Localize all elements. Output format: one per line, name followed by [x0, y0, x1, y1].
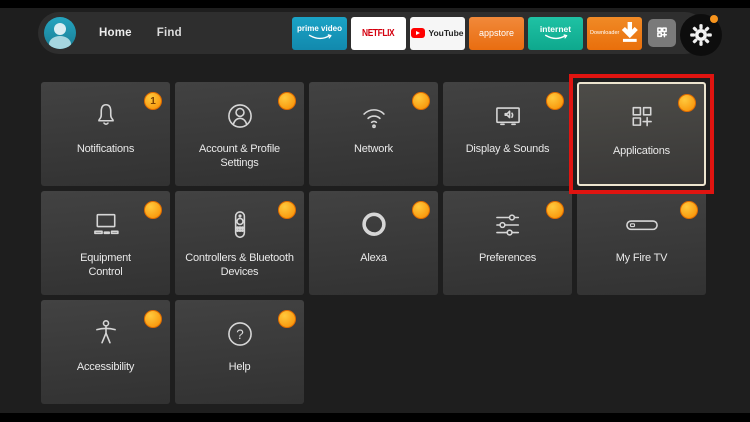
gear-icon	[688, 22, 714, 48]
tile-label: Equipment Control	[80, 252, 131, 278]
tile-label: Controllers & Bluetooth Devices	[185, 252, 294, 278]
tile-label: Display & Sounds	[465, 143, 550, 155]
prime-video-label: prime video	[297, 24, 342, 33]
shortcut-downloader[interactable]: Downloader	[587, 16, 642, 50]
apps-grid-button[interactable]	[648, 19, 676, 47]
shortcut-appstore[interactable]: appstore	[469, 16, 524, 50]
tile-alexa[interactable]: Alexa	[309, 191, 438, 295]
equipment-control-icon	[87, 204, 125, 246]
shortcut-internet[interactable]: internet	[528, 16, 583, 50]
avatar-head	[54, 23, 66, 35]
amazon-smile-icon	[544, 34, 567, 40]
tile-preferences[interactable]: Preferences	[443, 191, 572, 295]
account-icon	[221, 95, 259, 137]
help-icon	[221, 313, 259, 355]
alexa-icon	[355, 204, 393, 246]
tile-equipment[interactable]: Equipment Control	[41, 191, 170, 295]
youtube-play-icon	[411, 28, 426, 38]
download-arrow-icon	[622, 22, 639, 42]
youtube-label: YouTube	[428, 28, 464, 38]
top-nav-bar: Home Find prime video NETFLIX YouTube ap…	[38, 12, 706, 54]
tile-network[interactable]: Network	[309, 82, 438, 186]
tile-label: Accessibility	[76, 361, 135, 373]
tile-label: Help	[228, 361, 251, 373]
accessibility-icon	[87, 313, 125, 355]
profile-avatar[interactable]	[44, 17, 76, 49]
tile-applications[interactable]: Applications	[577, 82, 706, 186]
applications-icon	[623, 97, 661, 139]
apps-grid-icon	[653, 24, 671, 42]
tile-account-profile[interactable]: Account & Profile Settings	[175, 82, 304, 186]
notification-count-badge	[680, 201, 698, 219]
firetv-stick-icon	[623, 204, 661, 246]
downloader-label: Downloader	[590, 30, 620, 36]
tile-label: Applications	[613, 145, 670, 157]
notification-count-badge	[546, 92, 564, 110]
notification-count-badge	[278, 92, 296, 110]
tile-display-sounds[interactable]: Display & Sounds	[443, 82, 572, 186]
tile-label: My Fire TV	[615, 252, 668, 264]
notification-count-badge	[412, 201, 430, 219]
settings-grid: 1 Notifications Account & Profile Settin…	[41, 74, 714, 404]
tile-label: Alexa	[360, 252, 387, 264]
shortcut-prime-video[interactable]: prime video	[292, 16, 347, 50]
shortcut-netflix[interactable]: NETFLIX	[351, 16, 406, 50]
wifi-icon	[355, 95, 393, 137]
internet-label: internet	[539, 23, 572, 34]
tile-label: Notifications	[76, 143, 135, 155]
shortcut-youtube[interactable]: YouTube	[410, 16, 465, 50]
nav-tab-find[interactable]: Find	[157, 27, 182, 39]
settings-notification-dot	[710, 15, 718, 23]
appstore-label: appstore	[478, 28, 515, 38]
display-sounds-icon	[489, 95, 527, 137]
notification-count-badge	[278, 201, 296, 219]
tile-help[interactable]: Help	[175, 300, 304, 404]
bell-icon	[87, 95, 125, 137]
tile-label: Account & Profile Settings	[199, 143, 280, 169]
tile-accessibility[interactable]: Accessibility	[41, 300, 170, 404]
notification-count-badge	[278, 310, 296, 328]
firetv-settings-screen: Home Find prime video NETFLIX YouTube ap…	[0, 0, 750, 422]
tile-notifications[interactable]: 1 Notifications	[41, 82, 170, 186]
notification-count-badge	[144, 310, 162, 328]
tile-label: Preferences	[478, 252, 537, 264]
notification-count-badge	[412, 92, 430, 110]
notification-count-badge	[678, 94, 696, 112]
amazon-smile-icon	[308, 34, 332, 40]
app-shortcut-row: prime video NETFLIX YouTube appstore int…	[292, 16, 642, 50]
avatar-body	[49, 36, 71, 49]
notification-count-badge: 1	[144, 92, 162, 110]
settings-button[interactable]	[680, 14, 722, 56]
nav-tab-home[interactable]: Home	[99, 27, 132, 39]
notification-count-badge	[546, 201, 564, 219]
notification-count-badge	[144, 201, 162, 219]
tile-controllers-bluetooth[interactable]: Controllers & Bluetooth Devices	[175, 191, 304, 295]
tile-my-fire-tv[interactable]: My Fire TV	[577, 191, 706, 295]
netflix-label: NETFLIX	[362, 27, 395, 39]
tile-label: Network	[354, 143, 393, 155]
remote-icon	[221, 204, 259, 246]
sliders-icon	[489, 204, 527, 246]
